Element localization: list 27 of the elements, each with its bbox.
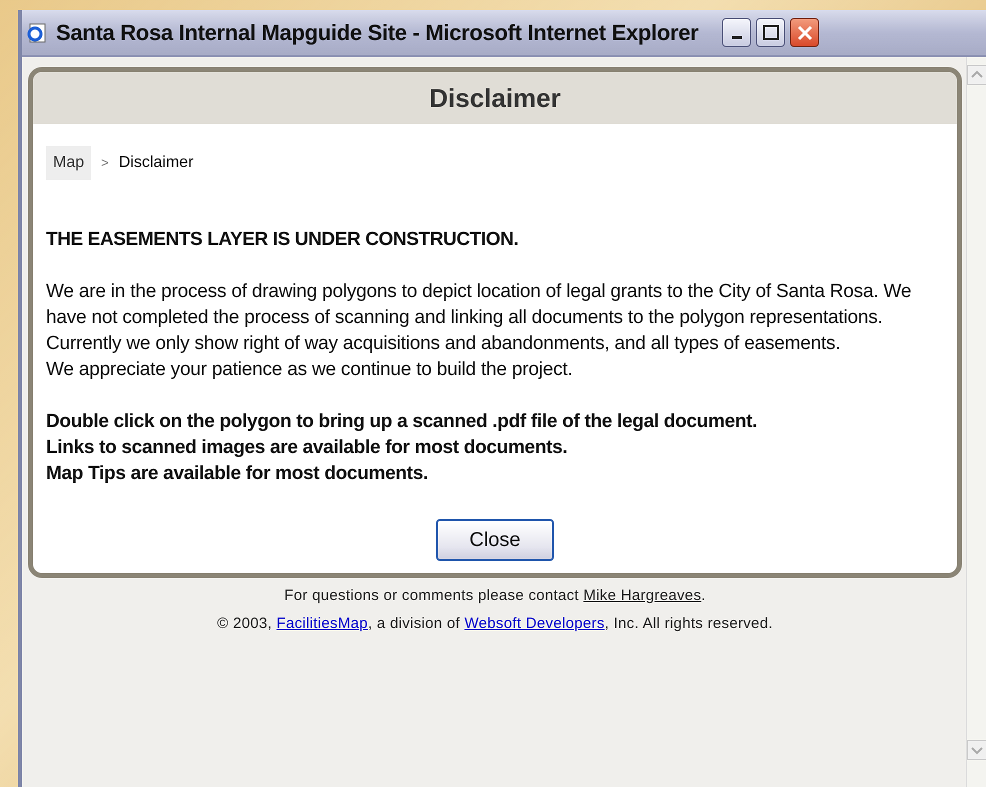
contact-end: .	[701, 586, 706, 604]
contact-text: For questions or comments please contact	[284, 586, 579, 604]
notice-heading: THE EASEMENTS LAYER IS UNDER CONSTRUCTION.	[46, 228, 520, 252]
dialog-title: Disclaimer	[429, 82, 561, 114]
minimize-icon	[732, 36, 742, 39]
facilitiesmap-link[interactable]: FacilitiesMap	[276, 614, 368, 632]
window-title: Santa Rosa Internal Mapguide Site - Microsoft Internet Explorer	[56, 19, 698, 47]
copyright-text: © 2003,	[217, 614, 272, 632]
rights-text: , Inc. All rights reserved.	[604, 614, 773, 632]
maximize-icon	[762, 25, 779, 40]
notice-note: Double click on the polygon to bring up a scanned .pdf file of the legal document.	[46, 410, 758, 434]
breadcrumb-link[interactable]: Map	[46, 146, 92, 180]
websoft-link[interactable]: Websoft Developers	[464, 614, 605, 632]
maximize-button[interactable]	[756, 18, 786, 47]
close-icon	[796, 24, 813, 40]
breadcrumb-separator: >	[101, 154, 109, 172]
division-text: , a division of	[368, 614, 460, 632]
minimize-button[interactable]	[722, 18, 752, 47]
breadcrumb-current: Disclaimer	[118, 153, 194, 173]
notice-text: We are in the process of drawing polygons to depict location of legal grants to the City of Santa Rosa. We have not completed the process of scanning and linking all documents to the polygon representations. Currently we only show right of way acquisitions and abandonments, and all types of easements.	[46, 280, 912, 356]
notice-text: We appreciate your patience as we continue to build the project.	[46, 358, 574, 382]
contact-link[interactable]: Mike Hargreaves	[583, 586, 702, 604]
notice-note: Links to scanned images are available for most documents.	[46, 436, 568, 460]
notice-note: Map Tips are available for most documents.	[46, 462, 429, 486]
close-window-button[interactable]	[790, 18, 820, 47]
close-button[interactable]: Close	[436, 518, 554, 560]
browser-icon	[26, 22, 48, 44]
